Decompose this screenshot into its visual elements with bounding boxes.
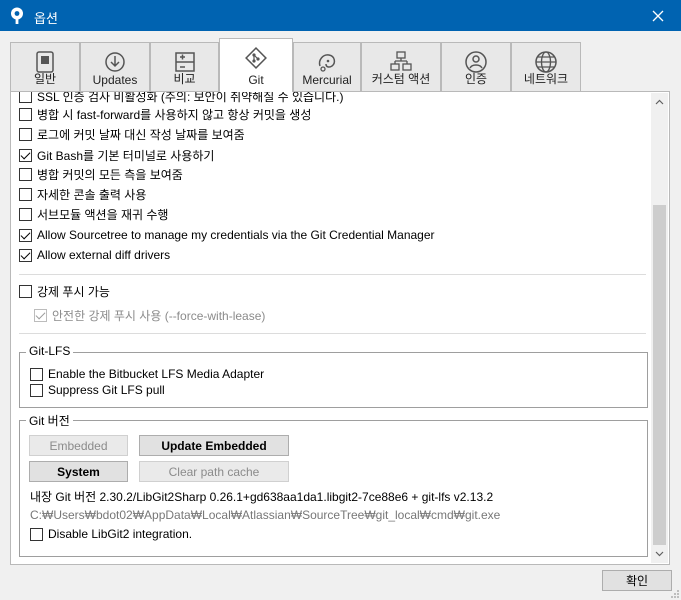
option-label: 병합 커밋의 모든 측을 보여줌 xyxy=(37,167,183,182)
scroll-down-button[interactable] xyxy=(651,547,668,561)
mercurial-icon xyxy=(318,54,336,72)
option-label: SSL 인증 검사 비활성화 (주의: 보안이 취약해질 수 있습니다.) xyxy=(37,92,344,104)
checkbox[interactable] xyxy=(19,167,32,181)
git-path-text: C:₩Users₩bdot02₩AppData₩Local₩Atlassian₩… xyxy=(30,508,501,522)
scroll-up-button[interactable] xyxy=(651,95,668,109)
tab-network[interactable]: 네트워크 xyxy=(511,42,581,92)
option-label: 병합 시 fast-forward를 사용하지 않고 항상 커밋을 생성 xyxy=(37,107,312,122)
tab-authentication[interactable]: 인증 xyxy=(441,42,511,92)
tab-label: 네트워크 xyxy=(523,72,569,86)
option-disable-libgit2[interactable]: Disable LibGit2 integration. xyxy=(30,525,192,543)
git-lfs-group: Git-LFS Enable the Bitbucket LFS Media A… xyxy=(19,344,648,408)
option-label: 강제 푸시 가능 xyxy=(37,284,110,299)
title-bar: 옵션 xyxy=(0,0,681,31)
option-git-bash-terminal[interactable]: Git Bash를 기본 터미널로 사용하기 xyxy=(19,146,214,164)
option-label: Git Bash를 기본 터미널로 사용하기 xyxy=(37,148,215,163)
tab-mercurial[interactable]: Mercurial xyxy=(293,42,361,92)
resize-grip-icon[interactable] xyxy=(670,589,680,599)
tab-label: Updates xyxy=(92,73,138,87)
option-label: 자세한 콘솔 출력 사용 xyxy=(37,187,147,202)
checkbox xyxy=(34,308,47,322)
checkbox[interactable] xyxy=(19,228,32,242)
tab-label: 커스텀 액션 xyxy=(371,72,431,86)
ok-button[interactable]: 확인 xyxy=(602,570,672,591)
option-label: 로그에 커밋 날짜 대신 작성 날짜를 보여줌 xyxy=(37,127,245,142)
checkbox[interactable] xyxy=(19,248,32,262)
option-label: Allow Sourcetree to manage my credential… xyxy=(37,228,435,242)
sourcetree-icon xyxy=(11,7,23,24)
tab-label: 비교 xyxy=(173,72,196,86)
option-label: Suppress Git LFS pull xyxy=(48,383,165,397)
option-disable-ssl[interactable]: SSL 인증 검사 비활성화 (주의: 보안이 취약해질 수 있습니다.) xyxy=(19,92,343,105)
group-legend: Git-LFS xyxy=(26,344,74,358)
checkbox[interactable] xyxy=(19,187,32,201)
checkbox[interactable] xyxy=(19,127,32,141)
checkbox[interactable] xyxy=(19,148,32,162)
option-credential-manager[interactable]: Allow Sourcetree to manage my credential… xyxy=(19,226,435,244)
git-icon xyxy=(245,47,267,69)
embedded-button: Embedded xyxy=(29,435,128,456)
option-verbose-console[interactable]: 자세한 콘솔 출력 사용 xyxy=(19,185,146,203)
checkbox[interactable] xyxy=(30,367,43,381)
option-force-push[interactable]: 강제 푸시 가능 xyxy=(19,282,110,300)
git-version-group: Git 버전 Embedded Update Embedded System C… xyxy=(19,412,648,557)
option-author-date[interactable]: 로그에 커밋 날짜 대신 작성 날짜를 보여줌 xyxy=(19,125,245,143)
checkbox[interactable] xyxy=(19,107,32,121)
system-button[interactable]: System xyxy=(29,461,128,482)
option-label: Allow external diff drivers xyxy=(37,248,171,262)
checkbox[interactable] xyxy=(19,92,32,103)
chevron-up-icon xyxy=(655,99,664,105)
option-suppress-lfs-pull[interactable]: Suppress Git LFS pull xyxy=(30,381,165,399)
checkbox[interactable] xyxy=(19,207,32,221)
checkbox[interactable] xyxy=(19,284,32,298)
window-title: 옵션 xyxy=(34,11,58,26)
tab-label: 인증 xyxy=(464,72,488,86)
checkbox[interactable] xyxy=(30,383,43,397)
tab-label: 일반 xyxy=(33,72,57,86)
scroll-content: SSL 인증 검사 비활성화 (주의: 보안이 취약해질 수 있습니다.) 병합… xyxy=(11,92,651,564)
close-icon xyxy=(652,10,664,21)
option-label: 안전한 강제 푸시 사용 (--force-with-lease) xyxy=(52,308,266,323)
tab-custom-actions[interactable]: 커스텀 액션 xyxy=(361,42,441,92)
option-show-all-merge-sides[interactable]: 병합 커밋의 모든 측을 보여줌 xyxy=(19,165,183,183)
tab-updates[interactable]: Updates xyxy=(80,42,150,92)
separator xyxy=(19,333,646,334)
tab-diff[interactable]: 비교 xyxy=(150,42,219,92)
git-settings-panel: SSL 인증 검사 비활성화 (주의: 보안이 취약해질 수 있습니다.) 병합… xyxy=(10,91,670,565)
option-no-fast-forward[interactable]: 병합 시 fast-forward를 사용하지 않고 항상 커밋을 생성 xyxy=(19,105,311,123)
option-external-diff-drivers[interactable]: Allow external diff drivers xyxy=(19,246,170,264)
git-version-text: 내장 Git 버전 2.30.2/LibGit2Sharp 0.26.1+gd6… xyxy=(30,490,494,504)
clear-path-cache-button: Clear path cache xyxy=(139,461,289,482)
separator xyxy=(19,274,646,275)
checkbox[interactable] xyxy=(30,527,43,541)
tab-label: Git xyxy=(248,73,264,87)
scrollbar-thumb[interactable] xyxy=(653,205,666,545)
option-label: Disable LibGit2 integration. xyxy=(48,527,193,541)
option-label: Enable the Bitbucket LFS Media Adapter xyxy=(48,367,265,381)
group-legend: Git 버전 xyxy=(26,412,73,429)
option-recursive-submodules[interactable]: 서브모듈 액션을 재귀 수행 xyxy=(19,205,168,223)
option-label: 서브모듈 액션을 재귀 수행 xyxy=(37,207,169,222)
update-embedded-button[interactable]: Update Embedded xyxy=(139,435,289,456)
chevron-down-icon xyxy=(655,551,664,557)
vertical-scrollbar[interactable] xyxy=(651,93,668,563)
tab-git[interactable]: Git xyxy=(219,38,293,92)
option-force-with-lease: 안전한 강제 푸시 사용 (--force-with-lease) xyxy=(34,306,265,324)
tab-label: Mercurial xyxy=(302,73,352,87)
close-button[interactable] xyxy=(635,0,681,31)
tab-general[interactable]: 일반 xyxy=(10,42,80,92)
download-icon xyxy=(105,52,125,72)
